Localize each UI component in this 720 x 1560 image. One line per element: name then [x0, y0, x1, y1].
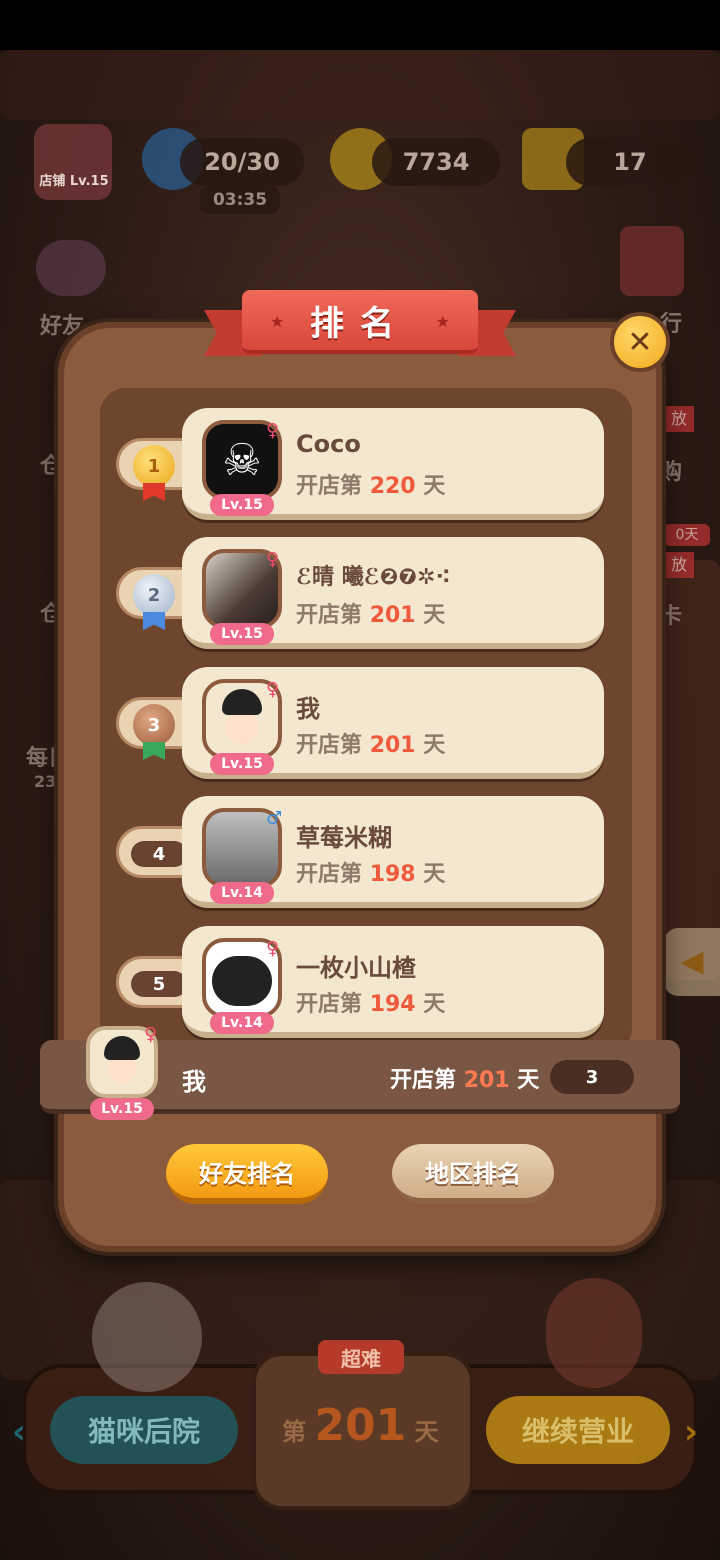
open-days: 开店第 198 天: [296, 862, 446, 887]
ranking-icon[interactable]: [620, 226, 684, 296]
female-icon: ♀: [144, 1024, 158, 1045]
difficulty-badge: 超难: [318, 1340, 404, 1374]
cat-backyard-button[interactable]: 猫咪后院: [50, 1396, 238, 1464]
shop-level: 店铺 Lv.15: [39, 174, 109, 189]
player-name: 我: [296, 695, 320, 723]
my-name: 我: [182, 1068, 206, 1096]
rank-number: 5: [131, 971, 187, 997]
continue-business-button[interactable]: 继续营业: [486, 1396, 670, 1464]
player-name: 草莓米糊: [296, 824, 392, 852]
medal-ribbon-icon: [143, 612, 165, 630]
open-days: 开店第 220 天: [296, 474, 446, 499]
silver-medal-icon: 2: [133, 574, 175, 616]
title-ribbon: ★ 排名 ★: [204, 290, 516, 362]
daily-sub-label: 23: [34, 772, 57, 791]
rank-number: 2: [147, 584, 161, 606]
level-badge: Lv.14: [210, 882, 274, 904]
friend-ranking-tab[interactable]: 好友排名: [166, 1144, 328, 1204]
my-rank-number: 3: [550, 1060, 634, 1094]
girl-character: [546, 1278, 642, 1388]
list-item[interactable]: 1 ☠ Lv.15 ♀ Coco 开店第 220 天: [116, 408, 604, 520]
hair-shape: [104, 1036, 140, 1060]
bronze-medal-icon: 3: [133, 704, 175, 746]
female-icon: ♀: [266, 938, 280, 959]
female-icon: ♀: [266, 679, 280, 700]
badge: 放: [664, 552, 694, 578]
expand-arrow-icon[interactable]: ◀: [664, 928, 720, 996]
level-badge: Lv.15: [210, 623, 274, 645]
player-name: Coco: [296, 430, 361, 458]
male-icon: ♂: [266, 808, 283, 829]
energy-timer: 03:35: [200, 186, 280, 214]
star-icon: ★: [435, 312, 450, 331]
level-badge: Lv.14: [210, 1012, 274, 1034]
chevron-left-icon[interactable]: ‹: [12, 1412, 26, 1452]
female-icon: ♀: [266, 549, 280, 570]
player-card[interactable]: Lv.15 ♀ 我 开店第 201 天: [182, 667, 604, 779]
close-icon: ✕: [627, 324, 653, 360]
star-counter: 17: [566, 138, 694, 186]
player-card[interactable]: Lv.14 ♂ 草莓米糊 开店第 198 天: [182, 796, 604, 908]
star-icon: ★: [270, 312, 285, 331]
rank-number: 4: [131, 841, 187, 867]
close-button[interactable]: ✕: [610, 312, 670, 372]
gold-medal-icon: 1: [133, 445, 175, 487]
side-label-right-3[interactable]: 卡: [660, 598, 682, 630]
region-ranking-tab[interactable]: 地区排名: [392, 1144, 554, 1204]
list-item[interactable]: 2 Lv.15 ♀ ℰ晴 曦ℰ❷❼✲⁖ 开店第 201 天: [116, 537, 604, 649]
player-name: 一枚小山楂: [296, 954, 416, 982]
cartoon-face: [212, 956, 272, 1006]
modal-title: 排名: [310, 303, 410, 344]
coin-counter: 7734: [372, 138, 500, 186]
chevron-right-icon[interactable]: ›: [684, 1412, 698, 1452]
bg-decor: [0, 50, 720, 120]
list-item[interactable]: 4 Lv.14 ♂ 草莓米糊 开店第 198 天: [116, 796, 604, 908]
level-badge: Lv.15: [210, 494, 274, 516]
status-bar: [0, 0, 720, 50]
my-rank-bar: Lv.15 ♀ 我 开店第 201 天 3: [40, 1024, 680, 1120]
player-name: ℰ晴 曦ℰ❷❼✲⁖: [296, 565, 451, 590]
my-open-days: 开店第 201 天: [390, 1068, 540, 1093]
medal-ribbon-icon: [143, 483, 165, 501]
level-badge: Lv.15: [210, 753, 274, 775]
rank-number: 3: [147, 714, 161, 736]
list-item[interactable]: 5 Lv.14 ♀ 一枚小山楂 开店第 194 天: [116, 926, 604, 1038]
friends-icon[interactable]: [36, 240, 106, 296]
player-card[interactable]: ☠ Lv.15 ♀ Coco 开店第 220 天: [182, 408, 604, 520]
open-days: 开店第 201 天: [296, 733, 446, 758]
player-card[interactable]: Lv.15 ♀ ℰ晴 曦ℰ❷❼✲⁖ 开店第 201 天: [182, 537, 604, 649]
side-label-right-2[interactable]: 购: [660, 454, 682, 486]
female-icon: ♀: [266, 420, 280, 441]
open-days: 开店第 194 天: [296, 992, 446, 1017]
energy-counter: 20/30: [180, 138, 304, 186]
rank-number: 1: [147, 455, 161, 477]
open-days: 开店第 201 天: [296, 603, 446, 628]
medal-ribbon-icon: [143, 742, 165, 760]
list-item[interactable]: 3 Lv.15 ♀ 我 开店第 201 天: [116, 667, 604, 779]
cat-character: [92, 1282, 202, 1392]
day-counter: 第 201 天: [282, 1400, 439, 1451]
badge: 放: [664, 406, 694, 432]
tag: 0天: [664, 524, 710, 546]
hair-shape: [222, 689, 262, 715]
player-card[interactable]: Lv.14 ♀ 一枚小山楂 开店第 194 天: [182, 926, 604, 1038]
ribbon-band: ★ 排名 ★: [242, 290, 478, 354]
level-badge: Lv.15: [90, 1098, 154, 1120]
